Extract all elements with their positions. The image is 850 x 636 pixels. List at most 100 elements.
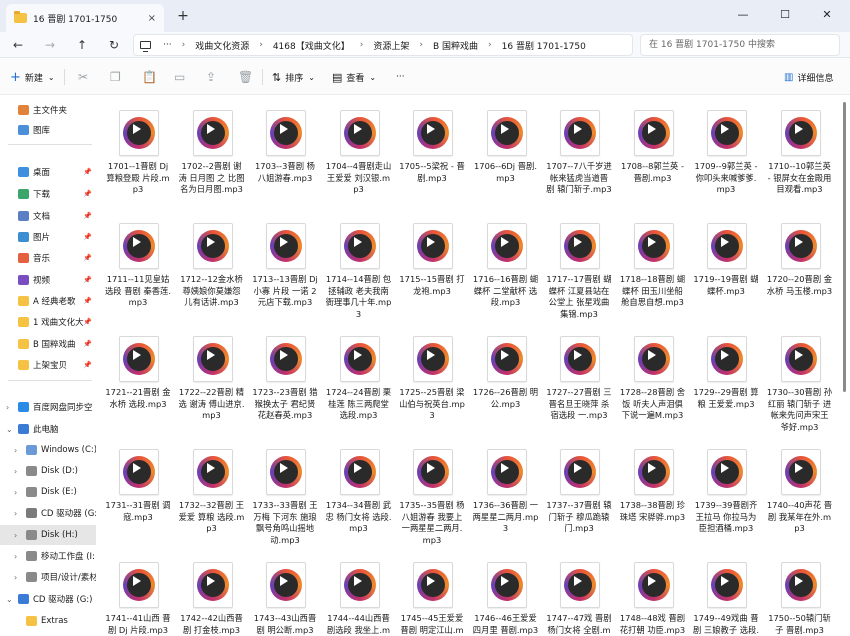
breadcrumb-current[interactable]: 16 晋剧 1701-1750: [502, 39, 586, 52]
file-item[interactable]: 1719--19晋剧 蝴蝶杯.mp3: [693, 215, 759, 325]
view-button[interactable]: ▤ 查看 ⌄: [332, 67, 376, 87]
chevron-right-icon[interactable]: ›: [14, 552, 22, 561]
file-item[interactable]: 1726--26晋剧 明公.mp3: [473, 328, 539, 438]
new-tab-button[interactable]: +: [174, 7, 192, 25]
sidebar-item[interactable]: 1 戏曲文化大 📌: [0, 312, 96, 332]
file-item[interactable]: 1704--4晋剧走山 王爱爱 刘汉银.mp3: [326, 102, 392, 212]
sidebar-item[interactable]: › 项目/设计/素材: [0, 567, 96, 587]
sidebar-item[interactable]: ⌄ 此电脑: [0, 419, 96, 439]
breadcrumb-more[interactable]: ···: [163, 40, 172, 50]
vertical-scrollbar[interactable]: [843, 96, 847, 636]
sidebar-item[interactable]: 上架宝贝 📌: [0, 355, 96, 375]
scrollbar-thumb[interactable]: [843, 102, 846, 392]
chevron-right-icon[interactable]: ›: [14, 531, 22, 540]
file-item[interactable]: 1730--30晋剧 孙红丽 辕门斩子 进帐来先问声宋王爷好.mp3: [767, 328, 833, 438]
file-item[interactable]: 1744--44山西晋剧选段 我坐上.mp3: [326, 554, 392, 636]
file-item[interactable]: 1741--41山西 晋剧 Dj 片段.mp3: [105, 554, 171, 636]
chevron-right-icon[interactable]: ›: [14, 467, 22, 476]
file-item[interactable]: 1713--13晋剧 Dj 小寡 片段 一诺 2元店下载.mp3: [252, 215, 318, 325]
file-item[interactable]: 1703--3晋剧 杨八姐游春.mp3: [252, 102, 318, 212]
file-item[interactable]: 1705--5梁祝 - 晋剧.mp3: [399, 102, 465, 212]
file-item[interactable]: 1721--21晋剧 金水桥 选段.mp3: [105, 328, 171, 438]
file-item[interactable]: 1727--27晋剧 三晋名旦王晓萍 杀宿选段 一.mp3: [546, 328, 612, 438]
breadcrumb-item[interactable]: 戏曲文化资源: [195, 39, 249, 52]
chevron-down-icon[interactable]: ⌄: [6, 425, 14, 434]
minimize-button[interactable]: —: [722, 0, 764, 30]
file-item[interactable]: 1725--25晋剧 梁山伯与祝英台.mp3: [399, 328, 465, 438]
chevron-right-icon[interactable]: ›: [14, 446, 22, 455]
file-item[interactable]: 1701--1晋剧 Dj 算粮登殿 片段.mp3: [105, 102, 171, 212]
sidebar-item[interactable]: 文档 📌: [0, 206, 96, 226]
sidebar-item[interactable]: › 移动工作盘 (I:: [0, 546, 96, 566]
file-item[interactable]: 1710--10郭兰英 - 银屏女在金殿用目观看.mp3: [767, 102, 833, 212]
file-item[interactable]: 1731--31晋剧 调寇.mp3: [105, 441, 171, 551]
chevron-down-icon[interactable]: ⌄: [6, 595, 14, 604]
sidebar-item[interactable]: › CD 驱动器 (G:): [0, 503, 96, 523]
back-button[interactable]: ←: [8, 36, 28, 54]
active-tab[interactable]: 16 晋剧 1701-1750 ×: [6, 4, 164, 32]
copy-button[interactable]: ❐: [110, 67, 121, 87]
file-item[interactable]: 1739--39晋剧齐王拉马 你拉马为臣担酒桶.mp3: [693, 441, 759, 551]
more-options-button[interactable]: ···: [396, 67, 405, 87]
file-item[interactable]: 1736--36晋剧 一两星星二两月.mp3: [473, 441, 539, 551]
sidebar-item[interactable]: 视频 📌: [0, 270, 96, 290]
file-item[interactable]: 1733--33晋剧 王万梅 下河东 施琅飘号角鸣山摇地动.mp3: [252, 441, 318, 551]
file-item[interactable]: 1707--7八千岁进帐来猛虎当道晋剧 辕门斩子.mp3: [546, 102, 612, 212]
up-button[interactable]: ↑: [72, 36, 92, 54]
file-item[interactable]: 1706--6Dj 晋剧.mp3: [473, 102, 539, 212]
file-item[interactable]: 1740--40声花 晋剧 我某年在外.mp3: [767, 441, 833, 551]
forward-button[interactable]: →: [40, 36, 60, 54]
new-button[interactable]: + 新建 ⌄: [10, 67, 55, 87]
file-item[interactable]: 1702--2晋剧 谢涛 日月图 之 比图名为日月图.mp3: [179, 102, 245, 212]
breadcrumb-item[interactable]: 4168【戏曲文化】: [273, 39, 350, 52]
details-button[interactable]: ▥ 详细信息: [784, 67, 833, 87]
address-bar[interactable]: ··· › 戏曲文化资源 › 4168【戏曲文化】 › 资源上架 › B 国粹戏…: [133, 34, 633, 56]
paste-button[interactable]: 📋: [142, 67, 157, 87]
refresh-button[interactable]: ↻: [104, 36, 124, 54]
sidebar-item[interactable]: B 国粹戏曲 📌: [0, 334, 96, 354]
breadcrumb-item[interactable]: 资源上架: [373, 39, 409, 52]
file-item[interactable]: 1729--29晋剧 算粮 王爱爱.mp3: [693, 328, 759, 438]
file-item[interactable]: 1708--8郭兰英 - 晋剧.mp3: [620, 102, 686, 212]
file-item[interactable]: 1715--15晋剧 打龙袍.mp3: [399, 215, 465, 325]
search-input[interactable]: 在 16 晋剧 1701-1750 中搜索: [640, 34, 840, 56]
file-item[interactable]: 1709--9郭兰英 - 你叩头来喊爹爹.mp3: [693, 102, 759, 212]
sidebar-item[interactable]: 主文件夹: [0, 100, 96, 120]
cut-button[interactable]: ✂: [78, 67, 88, 87]
file-item[interactable]: 1734--34晋剧 武忠 杨门女将 选段.mp3: [326, 441, 392, 551]
file-item[interactable]: 1738--38晋剧 珍珠塔 宋骅骅.mp3: [620, 441, 686, 551]
file-item[interactable]: 1742--42山西晋剧 打金枝.mp3: [179, 554, 245, 636]
file-item[interactable]: 1747--47戏 晋剧 杨门女将 全剧.mp3: [546, 554, 612, 636]
file-item[interactable]: 1722--22晋剧 精选 谢涛 傅山进京.mp3: [179, 328, 245, 438]
file-item[interactable]: 1720--20晋剧 金水桥 马玉楼.mp3: [767, 215, 833, 325]
file-item[interactable]: 1711--11见皇姑选段 晋剧 秦香莲.mp3: [105, 215, 171, 325]
file-item[interactable]: 1712--12金水桥 尊姨娘你莫嫌怨 儿有话讲.mp3: [179, 215, 245, 325]
file-item[interactable]: 1718--18晋剧 蝴蝶杯 田玉川坐船舱自思自想.mp3: [620, 215, 686, 325]
sidebar-item[interactable]: › Windows (C:): [0, 440, 96, 460]
sidebar-item[interactable]: 图库: [0, 120, 96, 140]
share-button[interactable]: ⇪: [206, 67, 216, 87]
rename-button[interactable]: ▭: [174, 67, 185, 87]
close-window-button[interactable]: ✕: [806, 0, 848, 30]
sidebar-item[interactable]: Extras: [0, 611, 96, 631]
file-item[interactable]: 1748--48戏 晋剧 花打朝 功臣.mp3: [620, 554, 686, 636]
file-item[interactable]: 1716--16晋剧 蝴蝶杯 二堂献杯 选段.mp3: [473, 215, 539, 325]
sidebar-item[interactable]: ⌄ CD 驱动器 (G:): [0, 589, 96, 609]
chevron-right-icon[interactable]: ›: [14, 509, 22, 518]
file-item[interactable]: 1717--17晋剧 蝴蝶杯 江夏县站在公堂上 张星戏曲集锦.mp3: [546, 215, 612, 325]
file-item[interactable]: 1745--45王爱爱 晋剧 明定江山.mp3: [399, 554, 465, 636]
sidebar-item[interactable]: 图片 📌: [0, 227, 96, 247]
file-item[interactable]: 1724--24晋剧 栗桂莲 陈三两爬堂选段.mp3: [326, 328, 392, 438]
sidebar-item[interactable]: › Disk (D:): [0, 461, 96, 481]
file-item[interactable]: 1746--46王爱爱 四月里 晋剧.mp3: [473, 554, 539, 636]
file-item[interactable]: 1735--35晋剧 杨八姐游春 我要上一两星星二两月.mp3: [399, 441, 465, 551]
tab-close-icon[interactable]: ×: [148, 13, 156, 24]
delete-button[interactable]: 🗑: [238, 67, 253, 87]
maximize-button[interactable]: ☐: [764, 0, 806, 30]
file-item[interactable]: 1749--49戏曲 晋剧 三娘教子 选段.mp3: [693, 554, 759, 636]
sidebar-item[interactable]: A 经典老歌 📌: [0, 291, 96, 311]
chevron-right-icon[interactable]: ›: [6, 403, 14, 412]
sidebar-item[interactable]: 下载 📌: [0, 184, 96, 204]
file-item[interactable]: 1743--43山西晋剧 明公断.mp3: [252, 554, 318, 636]
breadcrumb-item[interactable]: B 国粹戏曲: [433, 39, 478, 52]
